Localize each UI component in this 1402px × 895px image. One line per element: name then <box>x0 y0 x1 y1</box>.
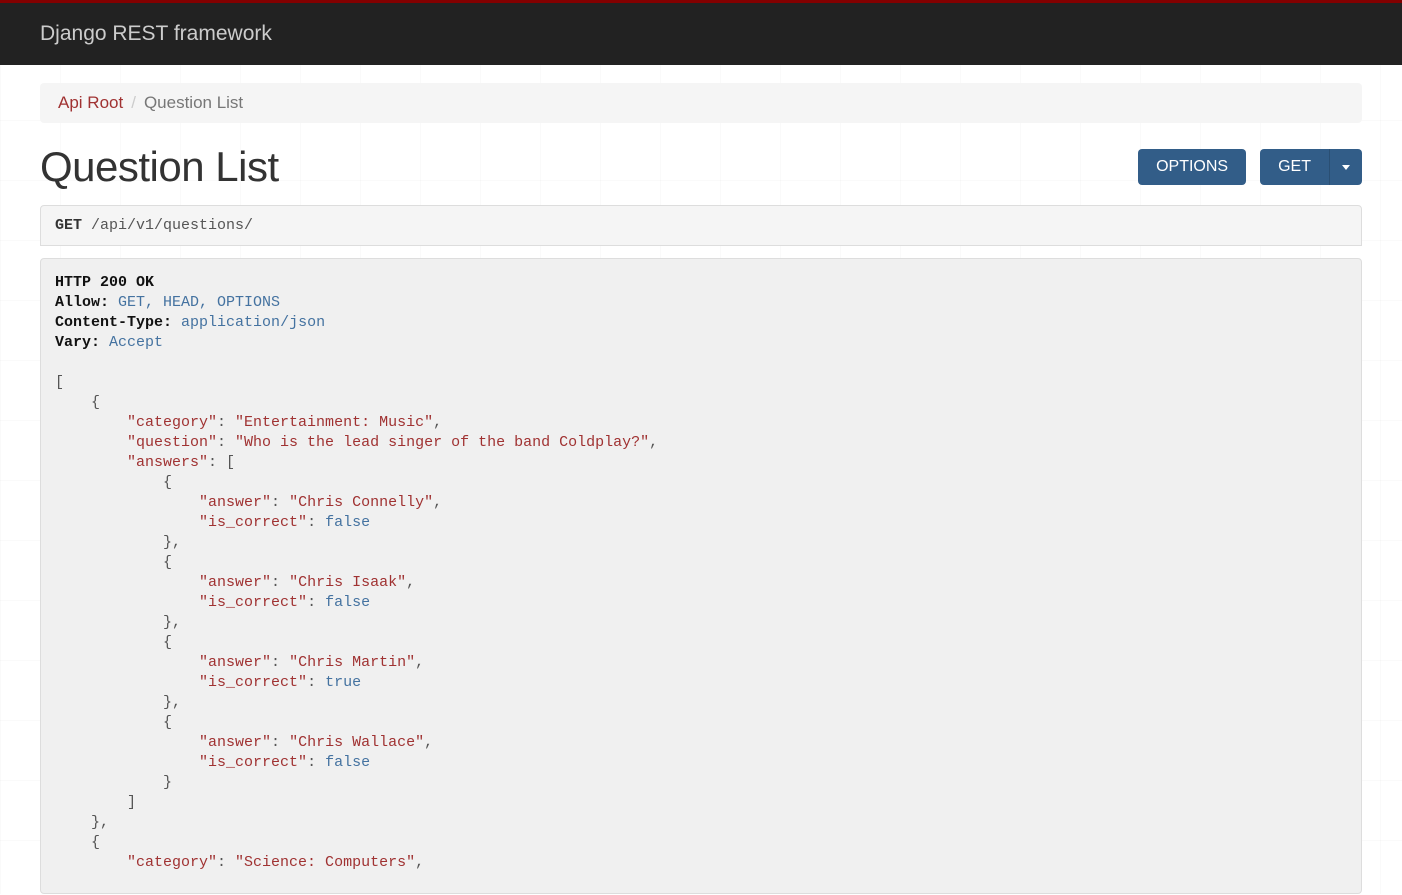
response-body-json: [ { "category": "Entertainment: Music", … <box>55 374 658 871</box>
header-allow-value: GET, HEAD, OPTIONS <box>118 294 280 311</box>
breadcrumb-current: Question List <box>144 93 243 112</box>
status-line: HTTP 200 OK <box>55 274 154 291</box>
get-button-group: GET <box>1260 149 1362 185</box>
action-buttons: OPTIONS GET <box>1138 149 1362 185</box>
options-button[interactable]: OPTIONS <box>1138 149 1246 185</box>
response-box: HTTP 200 OK Allow: GET, HEAD, OPTIONS Co… <box>40 258 1362 894</box>
breadcrumb-separator: / <box>131 93 136 112</box>
header-allow-label: Allow: <box>55 294 109 311</box>
breadcrumb-root-link[interactable]: Api Root <box>58 93 123 112</box>
header-ctype-value: application/json <box>181 314 325 331</box>
header-ctype-label: Content-Type: <box>55 314 172 331</box>
get-button[interactable]: GET <box>1260 149 1329 185</box>
breadcrumb: Api Root / Question List <box>40 83 1362 123</box>
request-path: /api/v1/questions/ <box>91 217 253 234</box>
header-vary-label: Vary: <box>55 334 100 351</box>
chevron-down-icon <box>1342 165 1350 170</box>
title-row: Question List OPTIONS GET <box>40 143 1362 191</box>
header-vary-value: Accept <box>109 334 163 351</box>
get-dropdown-toggle[interactable] <box>1329 149 1362 185</box>
page-title: Question List <box>40 143 279 191</box>
brand-link[interactable]: Django REST framework <box>40 22 272 46</box>
request-bar: GET /api/v1/questions/ <box>40 205 1362 246</box>
request-method: GET <box>55 217 82 234</box>
main-container: Api Root / Question List Question List OPT… <box>0 65 1402 894</box>
navbar: Django REST framework <box>0 3 1402 65</box>
